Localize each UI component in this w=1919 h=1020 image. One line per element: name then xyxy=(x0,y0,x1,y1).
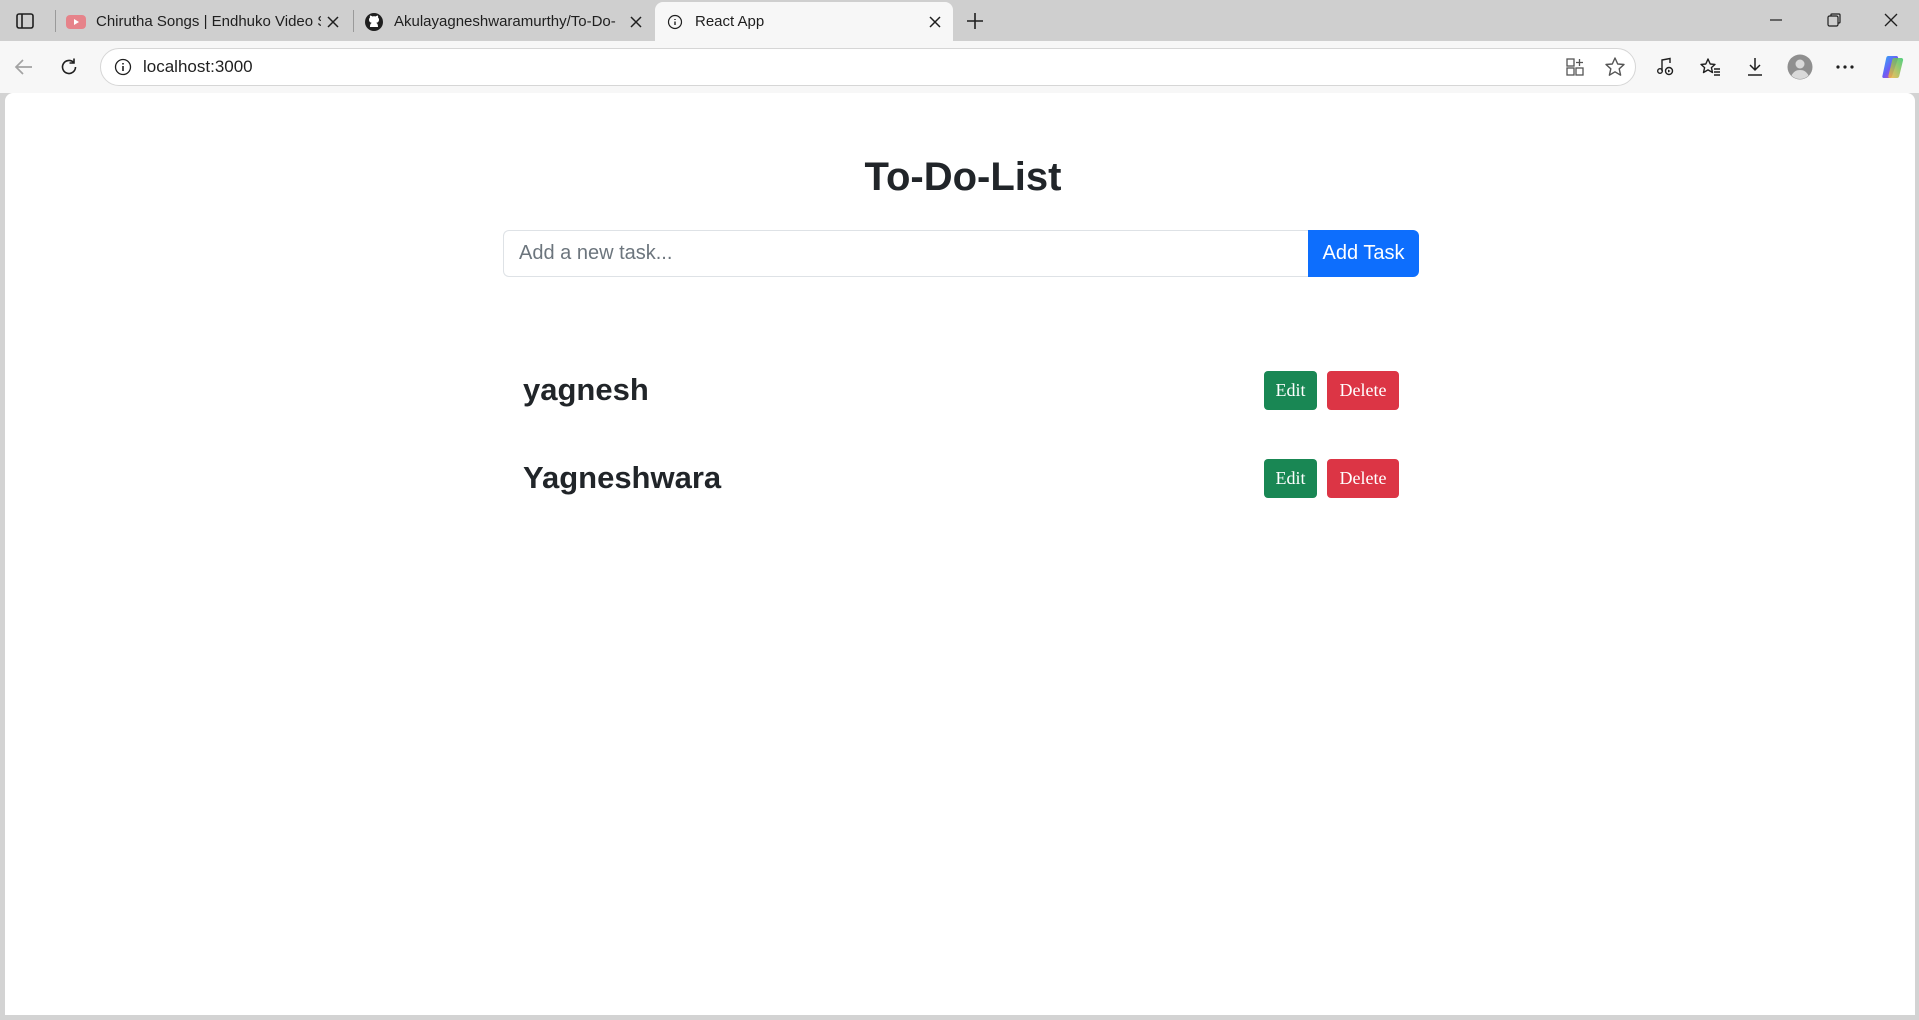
back-icon[interactable] xyxy=(8,51,40,83)
favorites-icon[interactable] xyxy=(1694,51,1726,83)
download-icon[interactable] xyxy=(1739,51,1771,83)
close-icon[interactable] xyxy=(923,10,947,34)
youtube-icon xyxy=(66,12,86,32)
tab-github[interactable]: Akulayagneshwaramurthy/To-Do- xyxy=(354,2,654,41)
list-item: Yagneshwara Edit Delete xyxy=(523,434,1399,522)
app-available-icon[interactable] xyxy=(1555,51,1595,83)
delete-button[interactable]: Delete xyxy=(1327,458,1399,498)
minimize-icon[interactable] xyxy=(1748,0,1804,40)
tab-title: Akulayagneshwaramurthy/To-Do- xyxy=(394,13,616,30)
browser-toolbar: localhost:3000 xyxy=(0,41,1919,93)
tab-strip: Chirutha Songs | Endhuko Video S Akulaya… xyxy=(0,0,1919,41)
edit-button[interactable]: Edit xyxy=(1264,370,1317,410)
task-list: yagnesh Edit Delete Yagneshwara Edit Del… xyxy=(523,346,1399,522)
add-task-button[interactable]: Add Task xyxy=(1308,230,1419,277)
delete-button[interactable]: Delete xyxy=(1327,370,1399,410)
media-control-icon[interactable] xyxy=(1649,51,1681,83)
tab-react-app[interactable]: React App xyxy=(655,2,953,41)
task-input[interactable] xyxy=(503,230,1308,277)
copilot-icon[interactable] xyxy=(1877,51,1909,83)
add-task-form: Add Task xyxy=(503,230,1419,277)
list-item: yagnesh Edit Delete xyxy=(523,346,1399,434)
more-options-icon[interactable] xyxy=(1829,51,1861,83)
restore-icon[interactable] xyxy=(1806,0,1862,40)
site-info-icon[interactable] xyxy=(103,58,143,76)
tab-youtube[interactable]: Chirutha Songs | Endhuko Video S xyxy=(56,2,351,41)
edit-button[interactable]: Edit xyxy=(1264,458,1317,498)
new-tab-icon[interactable] xyxy=(960,6,990,36)
page-icon xyxy=(665,12,685,32)
url-text[interactable]: localhost:3000 xyxy=(143,57,1555,77)
github-icon xyxy=(364,12,384,32)
close-icon[interactable] xyxy=(624,10,648,34)
favorite-star-icon[interactable] xyxy=(1595,51,1635,83)
tab-actions-icon[interactable] xyxy=(10,8,40,34)
profile-avatar-icon[interactable] xyxy=(1784,51,1816,83)
refresh-icon[interactable] xyxy=(53,51,85,83)
close-window-icon[interactable] xyxy=(1863,0,1919,40)
page-title: To-Do-List xyxy=(864,155,1062,199)
close-icon[interactable] xyxy=(321,10,345,34)
address-bar[interactable]: localhost:3000 xyxy=(100,48,1636,86)
tab-title: React App xyxy=(695,13,765,30)
tab-title: Chirutha Songs | Endhuko Video S xyxy=(96,13,321,30)
page-viewport: To-Do-List Add Task yagnesh Edit Delete … xyxy=(5,93,1915,1015)
task-name: Yagneshwara xyxy=(523,460,722,495)
task-name: yagnesh xyxy=(523,372,649,407)
